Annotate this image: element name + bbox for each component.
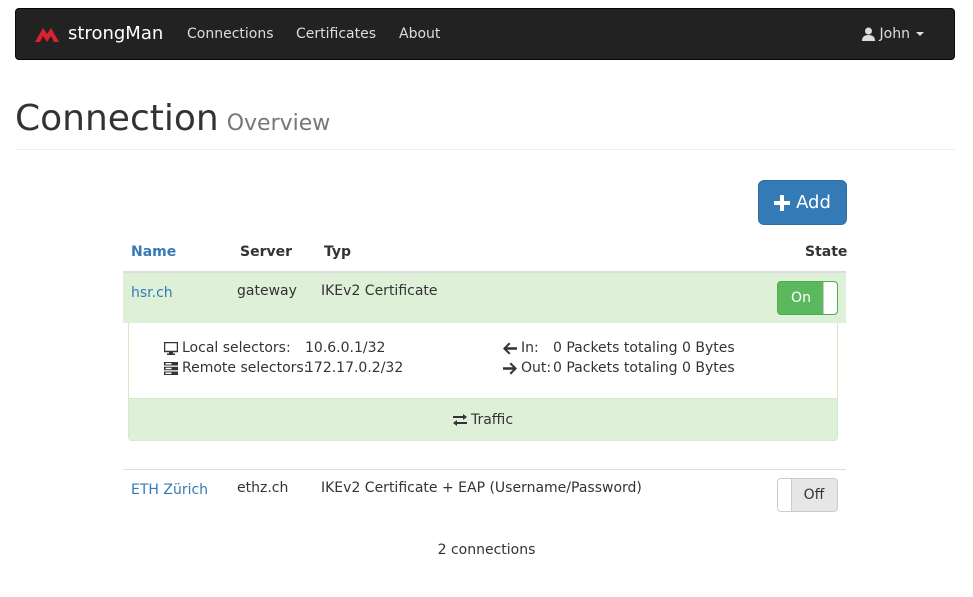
brand[interactable]: strongMan (34, 23, 163, 44)
connection-name-link[interactable]: ETH Zürich (131, 482, 208, 498)
user-icon (861, 27, 875, 41)
traffic-out: Out: (503, 360, 551, 376)
column-header-name[interactable]: Name (131, 244, 176, 260)
user-menu[interactable]: John (861, 26, 924, 42)
connection-typ: IKEv2 Certificate (321, 283, 438, 299)
toggle-label: Off (803, 487, 825, 503)
table-row[interactable]: hsr.ch gateway IKEv2 Certificate On (123, 273, 846, 323)
plus-icon (774, 194, 791, 211)
column-header-typ: Typ (324, 244, 352, 260)
connection-details-panel: Local selectors: 10.6.0.1/32 Remote sele… (128, 323, 838, 441)
connection-server: ethz.ch (237, 480, 289, 496)
nav-certificates[interactable]: Certificates (296, 26, 376, 42)
user-name: John (879, 26, 910, 42)
connection-typ: IKEv2 Certificate + EAP (Username/Passwo… (321, 480, 642, 496)
brand-name: strongMan (68, 23, 164, 44)
page-header: Connection Overview (15, 98, 955, 150)
connection-name-link[interactable]: hsr.ch (131, 285, 173, 301)
table-row[interactable]: ETH Zürich ethz.ch IKEv2 Certificate + E… (123, 470, 846, 520)
page-subtitle: Overview (226, 111, 331, 136)
nav-connections[interactable]: Connections (187, 26, 274, 42)
local-selectors-value: 10.6.0.1/32 (305, 340, 386, 356)
remote-selectors-value: 172.17.0.2/32 (305, 360, 404, 376)
arrow-left-icon (503, 342, 517, 354)
connection-count: 2 connections (437, 542, 536, 558)
traffic-button[interactable]: Traffic (129, 398, 837, 440)
caret-down-icon (916, 32, 924, 36)
remote-selectors-label: Remote selectors: (182, 360, 309, 376)
connection-server: gateway (237, 283, 297, 299)
add-button-label: Add (796, 192, 831, 213)
arrow-right-icon (503, 362, 517, 374)
column-header-server: Server (240, 244, 293, 260)
toggle-label: On (791, 290, 811, 306)
navbar: strongMan Connections Certificates About… (15, 8, 955, 60)
strongman-logo-icon (35, 27, 59, 42)
page-title: Connection (15, 98, 219, 139)
remote-selectors: Remote selectors: (164, 360, 308, 376)
out-value: 0 Packets totaling 0 Bytes (553, 360, 735, 376)
desktop-icon (164, 341, 178, 355)
column-header-state: State (805, 244, 848, 260)
traffic-in: In: (503, 340, 539, 356)
in-label: In: (521, 340, 539, 356)
server-icon (164, 361, 178, 375)
in-value: 0 Packets totaling 0 Bytes (553, 340, 735, 356)
add-connection-button[interactable]: Add (758, 180, 847, 225)
state-toggle-on[interactable]: On (777, 281, 838, 315)
out-label: Out: (521, 360, 552, 376)
exchange-icon (452, 413, 467, 426)
toggle-knob (823, 282, 837, 314)
local-selectors-label: Local selectors: (182, 340, 291, 356)
toggle-knob (778, 479, 792, 511)
nav-about[interactable]: About (399, 26, 440, 42)
traffic-label: Traffic (470, 411, 514, 428)
local-selectors: Local selectors: (164, 340, 291, 356)
state-toggle-off[interactable]: Off (777, 478, 838, 512)
